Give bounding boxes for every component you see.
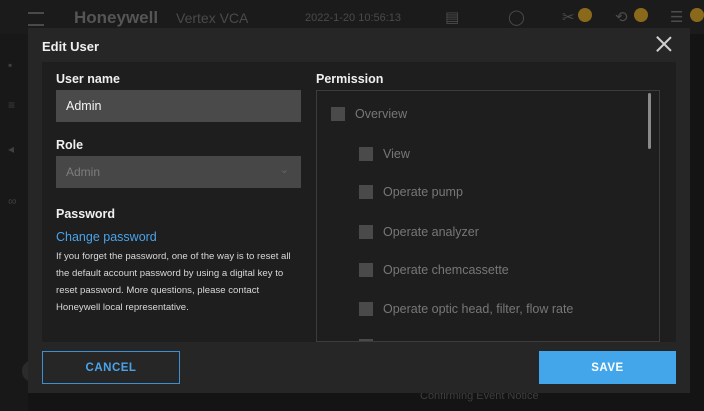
password-label: Password [56, 207, 116, 221]
change-password-link[interactable]: Change password [56, 230, 157, 244]
list-icon: ☰ [670, 9, 684, 26]
password-help-text: If you forget the password, one of the w… [56, 251, 291, 313]
role-value: Admin [66, 165, 101, 179]
dialog-title: Edit User [42, 39, 100, 54]
username-label: User name [56, 72, 120, 86]
tools-icon: ✂ [562, 9, 575, 26]
cancel-button[interactable]: CANCEL [42, 351, 180, 384]
alert-badge [690, 8, 704, 22]
alert-badge [578, 8, 592, 22]
sync-icon: ⟲ [615, 9, 628, 26]
role-label: Role [56, 138, 84, 152]
role-select[interactable]: Admin ⌄ [56, 156, 301, 188]
permission-label-text: Operate analyzer [383, 225, 479, 239]
save-button[interactable]: SAVE [539, 351, 676, 384]
datetime: 2022-1-20 10:56:13 [305, 12, 402, 24]
checkbox[interactable] [359, 147, 373, 161]
alert-badge [634, 8, 648, 22]
scrollbar[interactable] [648, 93, 651, 149]
bell-icon: ◯ [508, 9, 525, 26]
rail-icon: ∞ [8, 194, 17, 208]
checkbox[interactable] [359, 263, 373, 277]
close-icon[interactable] [654, 34, 674, 54]
permission-list[interactable]: Overview View Operate pump Operate analy… [316, 90, 660, 342]
permission-label-text: Operate chemcassette [383, 263, 509, 277]
permission-label-text: Operate pump [383, 185, 463, 199]
checkbox[interactable] [359, 302, 373, 316]
permission-label-text: View [383, 147, 410, 161]
document-icon: ▤ [445, 9, 460, 26]
rail-icon: ▪ [8, 58, 13, 72]
brand-logo: Honeywell [74, 8, 159, 27]
permission-label-text: Operate optic head, filter, flow rate [383, 302, 574, 316]
username-input[interactable] [56, 90, 301, 122]
menu-icon [28, 12, 44, 26]
permission-label-text: Overview [355, 107, 408, 121]
chevron-down-icon: ⌄ [279, 164, 289, 176]
dialog-body: User name Role Admin ⌄ Password Change p… [42, 62, 676, 342]
checkbox[interactable] [359, 185, 373, 199]
rail-icon: ≡ [8, 98, 16, 112]
checkbox[interactable] [359, 339, 373, 341]
checkbox[interactable] [331, 107, 345, 121]
edit-user-dialog: Edit User User name Role Admin ⌄ Passwor… [28, 28, 690, 393]
rail-icon: ◂ [8, 142, 15, 156]
side-rail: ▪ ≡ ◂ ∞ [0, 34, 28, 411]
product-name: Vertex VCA [176, 10, 249, 26]
permission-label: Permission [316, 72, 384, 86]
checkbox[interactable] [359, 225, 373, 239]
